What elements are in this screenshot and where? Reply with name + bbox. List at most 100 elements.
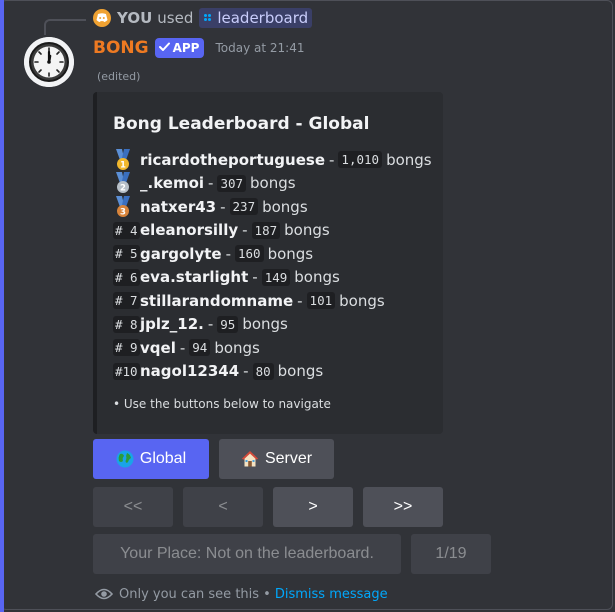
medal-number: 2 [120, 184, 126, 194]
player-score: 160 [234, 245, 264, 263]
check-icon [158, 41, 170, 55]
leaderboard-row: # 7 stillarandomname -101 bongs [113, 289, 443, 313]
server-button[interactable]: Server [219, 439, 334, 479]
your-place-button[interactable]: Your Place: Not on the leaderboard. [93, 534, 401, 574]
rank-number: # 7 [113, 292, 140, 310]
app-badge-label: APP [172, 41, 200, 55]
dismiss-message-link[interactable]: Dismiss message [275, 587, 388, 602]
next-page-button[interactable]: > [273, 487, 353, 527]
edited-label: (edited) [97, 70, 141, 83]
leaderboard-row: # 9 vqel -94 bongs [113, 336, 443, 360]
player-score: 1,010 [338, 151, 383, 169]
leaderboard-row: # 8 jplz_12. -95 bongs [113, 313, 443, 337]
separator: - [243, 362, 249, 381]
globe-icon [116, 450, 134, 468]
score-unit: bongs [267, 244, 314, 263]
page-indicator-button[interactable]: 1/19 [411, 534, 491, 574]
player-name: vqel [140, 338, 176, 357]
message-header: BONG APP Today at 21:41 [93, 36, 304, 60]
player-score: 80 [252, 362, 274, 380]
rank-label: # 4 [113, 221, 140, 239]
bot-name[interactable]: BONG [93, 38, 149, 58]
ephemeral-highlight-bar [0, 0, 4, 612]
rank-label: # 9 [113, 339, 140, 357]
score-unit: bongs [242, 315, 288, 334]
eye-icon [95, 587, 113, 601]
player-score: 149 [261, 268, 291, 286]
score-unit: bongs [339, 291, 385, 310]
separator: - [208, 174, 214, 193]
slash-command-mention[interactable]: leaderboard [199, 8, 313, 28]
embed-title: Bong Leaderboard - Global [113, 114, 370, 134]
rank-number: # 5 [113, 245, 140, 263]
medal-icon: 3 [113, 195, 140, 218]
rank-number: #10 [113, 362, 140, 380]
medal-number: 3 [120, 207, 126, 217]
separator: - [297, 291, 303, 310]
medal-icon: 1 [113, 148, 140, 171]
global-button-label: Global [139, 450, 187, 467]
player-name: ricardotheportuguese [140, 150, 325, 169]
player-name: natxer43 [140, 197, 217, 216]
app-badge: APP [154, 38, 205, 58]
separator: - [242, 221, 248, 240]
separator: - [179, 338, 186, 357]
reply-used-text: used [157, 9, 194, 27]
rank-label: # 7 [113, 292, 140, 310]
player-score: 95 [217, 315, 239, 333]
player-score: 94 [189, 339, 211, 357]
leaderboard-row: # 4 eleanorsilly -187 bongs [113, 219, 443, 243]
medal-number: 1 [120, 160, 126, 170]
timestamp[interactable]: Today at 21:41 [215, 41, 304, 55]
leaderboard-list: 1 ricardotheportuguese -1,010 bongs 2 _.kemoi… [113, 148, 443, 383]
player-score: 237 [229, 198, 259, 216]
previous-page-button[interactable]: < [183, 487, 263, 527]
first-page-button[interactable]: << [93, 487, 173, 527]
score-unit: bongs [262, 197, 308, 216]
leaderboard-row: 2 _.kemoi -307 bongs [113, 172, 443, 196]
player-name: eleanorsilly [140, 221, 239, 240]
rank-label: # 8 [113, 315, 140, 333]
player-name: eva.starlight [140, 268, 249, 287]
last-page-button[interactable]: >> [363, 487, 443, 527]
player-name: stillarandomname [140, 291, 294, 310]
ephemeral-text: Only you can see this • [119, 586, 271, 602]
command-name: leaderboard [217, 9, 309, 27]
leaderboard-embed: Bong Leaderboard - Global 1 ricardothepor… [93, 92, 443, 434]
separator: - [225, 244, 231, 263]
separator: - [252, 268, 258, 287]
apps-icon [203, 14, 212, 23]
score-unit: bongs [294, 268, 340, 287]
separator: - [207, 315, 214, 334]
player-score: 307 [217, 174, 247, 192]
embed-footer: • Use the buttons below to navigate [113, 397, 331, 411]
player-name: jplz_12. [140, 315, 204, 334]
reply-reference[interactable]: YOU used leaderboard [93, 7, 313, 29]
reply-username[interactable]: YOU [117, 9, 152, 27]
leaderboard-row: # 6 eva.starlight -149 bongs [113, 266, 443, 290]
rank-number: # 4 [113, 221, 140, 239]
separator: - [329, 150, 335, 169]
rank-number: # 6 [113, 268, 140, 286]
player-score: 187 [251, 221, 281, 239]
player-score: 101 [306, 292, 336, 310]
score-unit: bongs [214, 338, 260, 357]
reply-spine [44, 19, 86, 35]
leaderboard-row: # 5 gargolyte -160 bongs [113, 242, 443, 266]
leaderboard-row: 1 ricardotheportuguese -1,010 bongs [113, 148, 443, 172]
leaderboard-row: #10 nagol12344-80 bongs [113, 360, 443, 384]
rank-number: # 8 [113, 315, 140, 333]
discord-icon [93, 9, 111, 27]
leaderboard-row: 3 natxer43-237 bongs [113, 195, 443, 219]
global-button[interactable]: Global [93, 439, 209, 479]
clock-avatar[interactable] [24, 37, 74, 87]
player-name: nagol12344 [140, 362, 240, 381]
rank-label: # 5 [113, 245, 140, 263]
rank-label: # 6 [113, 268, 140, 286]
player-name: gargolyte [140, 244, 222, 263]
score-unit: bongs [386, 150, 432, 169]
server-button-label: Server [264, 450, 313, 467]
score-unit: bongs [284, 221, 330, 240]
rank-number: # 9 [113, 339, 140, 357]
separator: - [220, 197, 226, 216]
